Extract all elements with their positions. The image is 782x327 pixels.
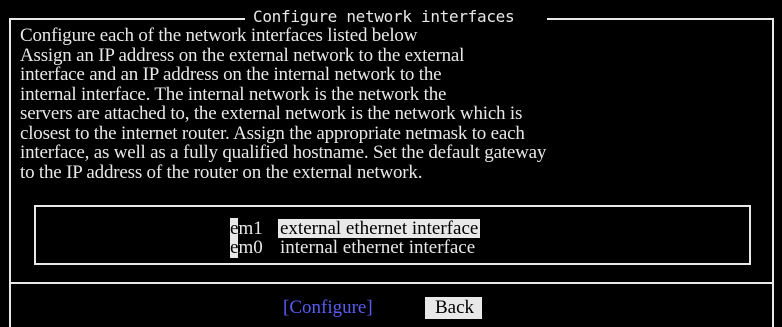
interface-item-em0[interactable]: em0 internal ethernet interface xyxy=(230,237,476,258)
interface-description: external ethernet interface xyxy=(278,218,481,239)
instruction-line: interface, as well as a fully qualified … xyxy=(20,142,547,163)
interface-list: em1 external ethernet interface em0 inte… xyxy=(34,205,751,265)
back-button[interactable]: Back xyxy=(425,297,483,319)
interface-tag-rest: m1 xyxy=(238,218,263,239)
instruction-line: servers are attached to, the external ne… xyxy=(20,103,523,124)
frame-border-left xyxy=(9,18,11,327)
frame-border-right xyxy=(772,18,774,327)
button-separator xyxy=(9,282,774,284)
dialog-title: Configure network interfaces xyxy=(253,7,515,26)
interface-tag: em1 xyxy=(230,218,263,239)
instruction-line: Configure each of the network interfaces… xyxy=(20,25,418,46)
instruction-line: Assign an IP address on the external net… xyxy=(20,44,465,66)
instruction-line: internal interface. The internal network… xyxy=(20,83,447,105)
dialog-instructions: Configure each of the network interfaces… xyxy=(20,26,770,182)
instruction-line: closest to the internet router. Assign t… xyxy=(20,122,525,144)
interface-tag-rest: m0 xyxy=(238,237,263,258)
instruction-line: to the IP address of the router on the e… xyxy=(20,161,423,183)
configure-network-dialog: Configure network interfaces Configure e… xyxy=(0,0,782,327)
interface-description: internal ethernet interface xyxy=(280,237,476,258)
interface-item-em1[interactable]: em1 external ethernet interface xyxy=(230,218,481,239)
instruction-line: interface and an IP address on the inter… xyxy=(20,64,442,85)
frame-border-top-right xyxy=(547,18,773,20)
interface-tag: em0 xyxy=(230,237,263,258)
configure-button[interactable]: [Configure] xyxy=(283,297,373,319)
frame-border-top-left xyxy=(9,18,245,20)
